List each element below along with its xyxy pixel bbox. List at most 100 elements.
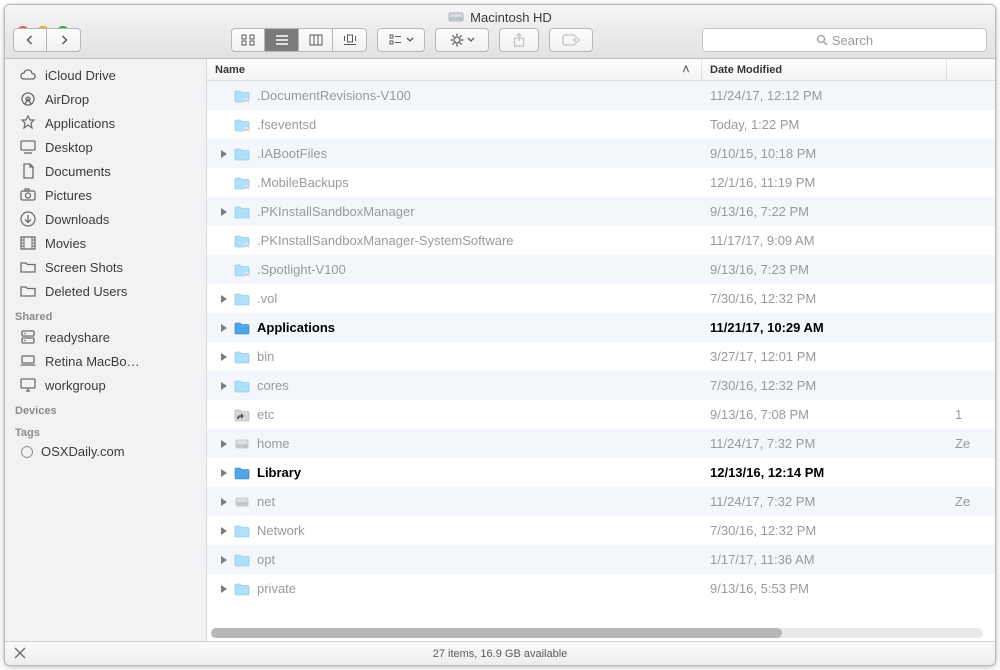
disclosure-triangle-icon[interactable] (221, 498, 227, 506)
sidebar-item-movies[interactable]: Movies (5, 231, 206, 255)
table-row[interactable]: .PKInstallSandboxManager-SystemSoftware1… (207, 226, 995, 255)
sidebar-item-airdrop[interactable]: AirDrop (5, 87, 206, 111)
item-date: 12/1/16, 11:19 PM (702, 175, 947, 190)
finder-window: Macintosh HD (4, 4, 996, 666)
disclosure-triangle-icon[interactable] (221, 150, 227, 158)
table-row[interactable]: Library12/13/16, 12:14 PM (207, 458, 995, 487)
window-body: iCloud DriveAirDropApplicationsDesktopDo… (5, 59, 995, 641)
sidebar: iCloud DriveAirDropApplicationsDesktopDo… (5, 59, 207, 641)
disclosure-triangle-icon[interactable] (221, 295, 227, 303)
sidebar-item-downloads[interactable]: Downloads (5, 207, 206, 231)
list-icon (275, 34, 289, 46)
item-name: .fseventsd (257, 117, 702, 132)
status-bar: 27 items, 16.9 GB available (5, 641, 995, 665)
table-row[interactable]: etc9/13/16, 7:08 PM1 (207, 400, 995, 429)
action-button[interactable] (435, 28, 489, 52)
sidebar-item-icloud-drive[interactable]: iCloud Drive (5, 63, 206, 87)
item-name: private (257, 581, 702, 596)
table-row[interactable]: bin3/27/17, 12:01 PM (207, 342, 995, 371)
table-row[interactable]: opt1/17/17, 11:36 AM (207, 545, 995, 574)
table-row[interactable]: home11/24/17, 7:32 PMZe (207, 429, 995, 458)
disclosure-triangle-icon[interactable] (221, 353, 227, 361)
sidebar-item-deleted-users[interactable]: Deleted Users (5, 279, 206, 303)
view-switcher (231, 28, 367, 52)
sidebar-item-label: workgroup (45, 378, 106, 393)
sidebar-item-workgroup[interactable]: workgroup (5, 373, 206, 397)
column-view-button[interactable] (299, 28, 333, 52)
path-bar-toggle-icon[interactable] (13, 646, 27, 660)
share-button[interactable] (499, 28, 539, 52)
item-date: 7/30/16, 12:32 PM (702, 291, 947, 306)
sidebar-tag-osxdaily-com[interactable]: OSXDaily.com (5, 441, 206, 462)
disclosure-triangle-icon[interactable] (221, 440, 227, 448)
item-icon (233, 437, 251, 451)
list-view-button[interactable] (265, 28, 299, 52)
table-row[interactable]: Network7/30/16, 12:32 PM (207, 516, 995, 545)
back-button[interactable] (13, 28, 47, 52)
sidebar-item-retina-macbo-[interactable]: Retina MacBo… (5, 349, 206, 373)
sidebar-item-screen-shots[interactable]: Screen Shots (5, 255, 206, 279)
item-icon (233, 205, 251, 219)
file-list: Name ᐱ Date Modified .DocumentRevisions-… (207, 59, 995, 641)
item-date: 9/13/16, 7:08 PM (702, 407, 947, 422)
table-row[interactable]: net11/24/17, 7:32 PMZe (207, 487, 995, 516)
table-row[interactable]: Applications11/21/17, 10:29 AM (207, 313, 995, 342)
search-placeholder: Search (832, 33, 873, 48)
forward-button[interactable] (47, 28, 81, 52)
disclosure-triangle-icon[interactable] (221, 585, 227, 593)
table-row[interactable]: .IABootFiles9/10/15, 10:18 PM (207, 139, 995, 168)
sidebar-heading-shared: Shared (5, 303, 206, 325)
table-row[interactable]: .Spotlight-V1009/13/16, 7:23 PM (207, 255, 995, 284)
disclosure-triangle-icon[interactable] (221, 382, 227, 390)
item-icon (233, 263, 251, 277)
search-field[interactable]: Search (702, 28, 987, 52)
columns-icon (309, 34, 323, 46)
item-icon (233, 524, 251, 538)
item-name: etc (257, 407, 702, 422)
item-date: 11/24/17, 7:32 PM (702, 436, 947, 451)
item-icon (233, 118, 251, 132)
item-icon (233, 321, 251, 335)
disclosure-triangle-icon[interactable] (221, 556, 227, 564)
chevron-down-icon (467, 37, 475, 43)
sidebar-item-pictures[interactable]: Pictures (5, 183, 206, 207)
table-row[interactable]: .PKInstallSandboxManager9/13/16, 7:22 PM (207, 197, 995, 226)
horizontal-scrollbar[interactable] (211, 627, 983, 639)
item-date: 9/10/15, 10:18 PM (702, 146, 947, 161)
coverflow-view-button[interactable] (333, 28, 367, 52)
item-date: 11/24/17, 7:32 PM (702, 494, 947, 509)
disclosure-triangle-icon[interactable] (221, 527, 227, 535)
column-header-rest[interactable] (947, 59, 995, 80)
table-row[interactable]: .MobileBackups12/1/16, 11:19 PM (207, 168, 995, 197)
sidebar-item-readyshare[interactable]: readyshare (5, 325, 206, 349)
chevron-left-icon (25, 35, 35, 45)
item-date: Today, 1:22 PM (702, 117, 947, 132)
icon-view-button[interactable] (231, 28, 265, 52)
chevron-down-icon (406, 37, 414, 43)
table-row[interactable]: cores7/30/16, 12:32 PM (207, 371, 995, 400)
sidebar-item-label: Pictures (45, 188, 92, 203)
table-row[interactable]: .fseventsdToday, 1:22 PM (207, 110, 995, 139)
table-row[interactable]: .vol7/30/16, 12:32 PM (207, 284, 995, 313)
sidebar-item-desktop[interactable]: Desktop (5, 135, 206, 159)
disclosure-triangle-icon[interactable] (221, 324, 227, 332)
tag-button[interactable] (549, 28, 593, 52)
disclosure-triangle-icon[interactable] (221, 469, 227, 477)
item-date: 3/27/17, 12:01 PM (702, 349, 947, 364)
item-icon (233, 466, 251, 480)
column-header-date[interactable]: Date Modified (702, 59, 947, 80)
table-row[interactable]: .DocumentRevisions-V10011/24/17, 12:12 P… (207, 81, 995, 110)
item-icon (233, 379, 251, 393)
toolbar: Search (13, 28, 987, 52)
item-name: .vol (257, 291, 702, 306)
item-name: Network (257, 523, 702, 538)
column-header-name[interactable]: Name ᐱ (207, 59, 702, 80)
disclosure-triangle-icon[interactable] (221, 208, 227, 216)
sidebar-item-applications[interactable]: Applications (5, 111, 206, 135)
table-row[interactable]: private9/13/16, 5:53 PM (207, 574, 995, 603)
sidebar-item-documents[interactable]: Documents (5, 159, 206, 183)
scrollbar-thumb[interactable] (211, 628, 782, 638)
window-title: Macintosh HD (5, 9, 995, 25)
arrange-button[interactable] (377, 28, 425, 52)
item-date: 11/21/17, 10:29 AM (702, 320, 947, 335)
